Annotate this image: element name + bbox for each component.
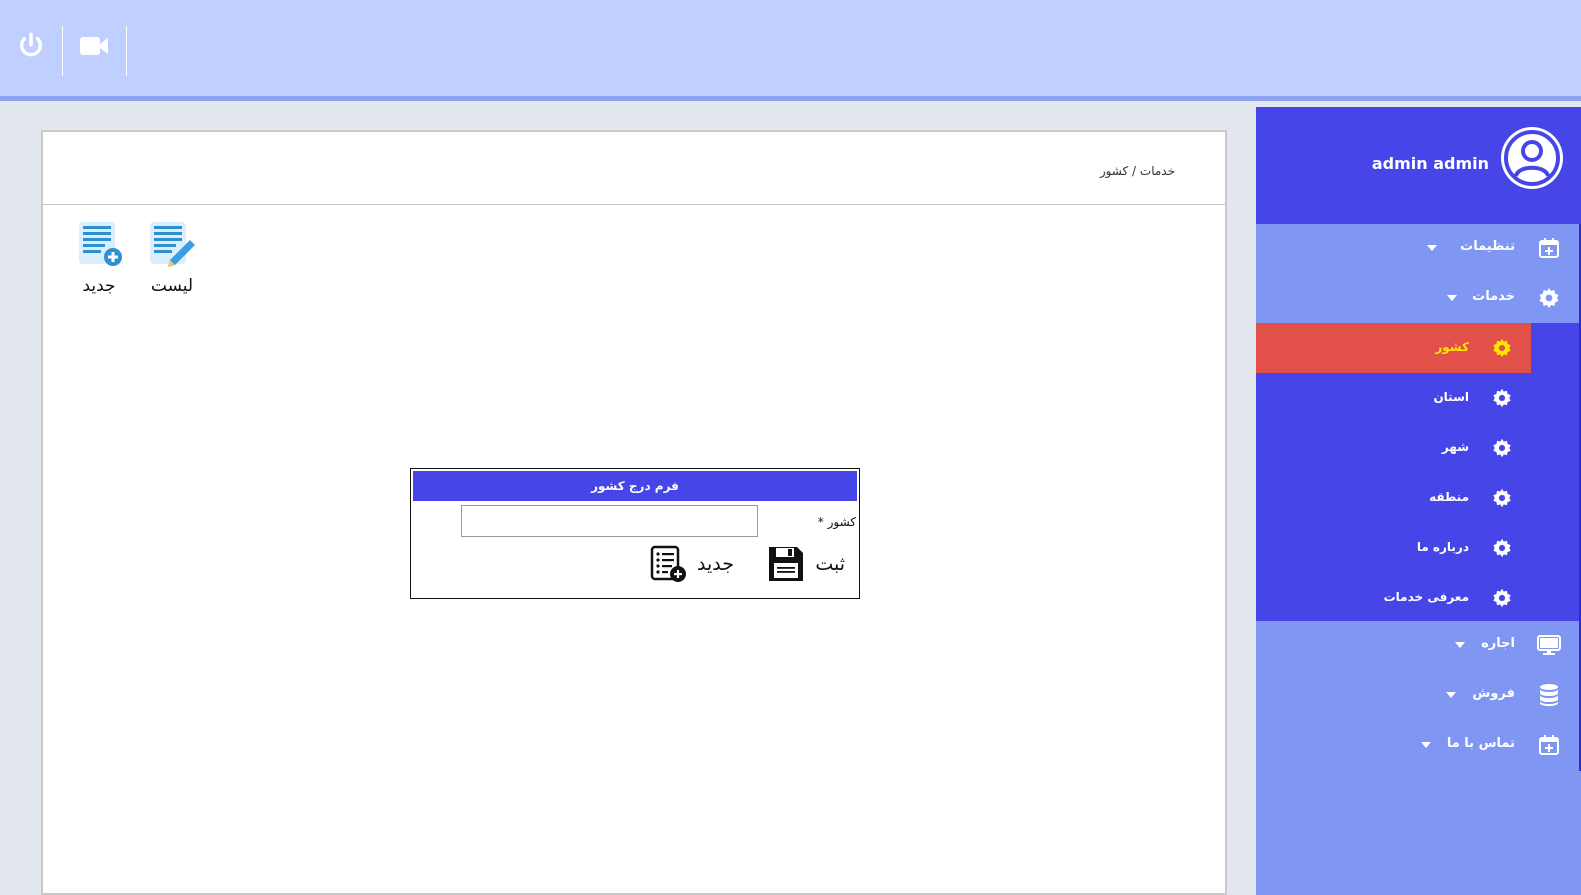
top-bar [0, 0, 1581, 101]
country-input[interactable] [461, 505, 758, 537]
sidebar-item-services[interactable]: خدمات [1256, 273, 1581, 323]
save-icon [769, 547, 804, 581]
form-new-button-label: جدید [697, 553, 734, 575]
content-panel: خدمات / کشور لیست جدید فرم درج کشور کشور… [41, 130, 1227, 895]
sidebar-subitem-country[interactable]: کشور [1256, 323, 1531, 373]
database-icon [1537, 683, 1561, 707]
calendar-plus-icon [1537, 236, 1561, 260]
breadcrumb: خدمات / کشور [1099, 164, 1175, 178]
caret-down-icon [1427, 245, 1437, 251]
list-button-label: لیست [150, 276, 194, 296]
form-new-button[interactable]: جدید [649, 544, 734, 584]
document-add-icon [79, 222, 122, 266]
sidebar-item-label: اجاره [1481, 636, 1515, 651]
sidebar-subitem-services-intro[interactable]: معرفی خدمات [1256, 573, 1531, 623]
submit-button-label: ثبت [815, 553, 845, 575]
caret-down-icon [1447, 295, 1457, 301]
sidebar-item-label: تماس با ما [1446, 736, 1515, 751]
gear-icon [1491, 337, 1513, 359]
sidebar-subitem-label: کشور [1435, 340, 1469, 354]
form-title: فرم درج کشور [413, 471, 857, 501]
gear-icon [1491, 387, 1513, 409]
sidebar-subitem-province[interactable]: استان [1256, 373, 1531, 423]
sidebar-item-label: تنظیمات [1460, 239, 1515, 254]
sidebar-subitem-about[interactable]: درباره ما [1256, 523, 1531, 573]
country-label: کشور * [817, 515, 856, 529]
user-name: admin admin [1371, 154, 1489, 173]
sidebar-subitem-city[interactable]: شهر [1256, 423, 1531, 473]
topbar-divider [62, 26, 63, 76]
gear-icon [1491, 437, 1513, 459]
sidebar-item-contact[interactable]: تماس با ما [1256, 720, 1581, 770]
sidebar-subitem-label: منطقه [1429, 490, 1469, 504]
sidebar-subitem-region[interactable]: منطقه [1256, 473, 1531, 523]
sidebar-subitem-label: استان [1433, 390, 1469, 404]
video-camera-icon[interactable] [74, 26, 114, 66]
new-button[interactable]: جدید [69, 218, 129, 296]
caret-down-icon [1421, 742, 1431, 748]
sidebar-subitem-label: معرفی خدمات [1383, 590, 1469, 604]
sidebar: admin admin تنظیمات خدمات کشور استان شهر… [1256, 107, 1581, 895]
gear-icon [1537, 286, 1561, 310]
sidebar-item-label: فروش [1472, 686, 1515, 701]
gear-icon [1491, 537, 1513, 559]
panel-header: خدمات / کشور [43, 132, 1225, 205]
sidebar-item-rent[interactable]: اجاره [1256, 620, 1581, 670]
list-button[interactable]: لیست [142, 218, 202, 296]
gear-icon [1491, 587, 1513, 609]
monitor-icon [1537, 633, 1561, 657]
list-edit-icon [150, 222, 195, 267]
country-form: فرم درج کشور کشور * ثبت جدید [410, 468, 860, 599]
user-icon [1504, 130, 1560, 186]
sidebar-item-settings[interactable]: تنظیمات [1256, 223, 1581, 273]
topbar-divider [126, 26, 127, 76]
services-submenu: کشور استان شهر منطقه درباره ما معرفی خدم… [1256, 323, 1581, 621]
user-profile: admin admin [1256, 107, 1581, 224]
caret-down-icon [1455, 642, 1465, 648]
avatar[interactable] [1501, 127, 1563, 189]
caret-down-icon [1446, 692, 1456, 698]
sidebar-item-label: خدمات [1472, 289, 1515, 304]
sidebar-subitem-label: شهر [1441, 440, 1469, 454]
calendar-plus-icon [1537, 733, 1561, 757]
gear-icon [1491, 487, 1513, 509]
sidebar-item-sales[interactable]: فروش [1256, 670, 1581, 720]
submit-button[interactable]: ثبت [767, 544, 845, 584]
new-button-label: جدید [82, 276, 116, 296]
sidebar-subitem-label: درباره ما [1416, 540, 1469, 554]
list-add-icon [650, 545, 687, 582]
power-icon[interactable] [11, 26, 51, 66]
